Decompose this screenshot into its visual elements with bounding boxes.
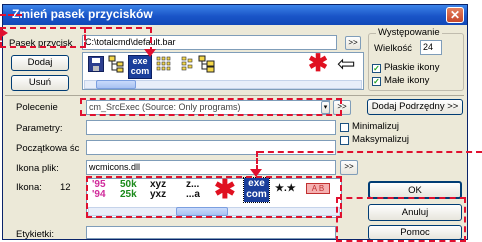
small-icons-checkbox[interactable]: ✓ bbox=[372, 77, 381, 86]
flat-icons-checkbox[interactable]: ✓ bbox=[372, 64, 381, 73]
annotation-command-box bbox=[80, 98, 342, 116]
maximize-checkbox[interactable] bbox=[340, 136, 349, 145]
back-arrow-icon[interactable]: ⇦ bbox=[337, 53, 355, 75]
small-icons-label: Małe ikony bbox=[384, 75, 430, 86]
appearance-group-label: Występowanie bbox=[376, 27, 442, 38]
icon-file-label: Ikona plik: bbox=[16, 163, 59, 174]
annotation-top-line bbox=[86, 27, 152, 29]
add-button[interactable]: Dodaj bbox=[11, 55, 69, 71]
icon-label: Ikona: bbox=[16, 182, 42, 193]
icon-index: 12 bbox=[60, 182, 71, 193]
minimize-checkbox[interactable] bbox=[340, 123, 349, 132]
annotation-arrow-right-icon bbox=[0, 28, 8, 38]
divider bbox=[5, 95, 464, 96]
size-label: Wielkość bbox=[374, 43, 413, 54]
tooltip-input[interactable] bbox=[86, 226, 336, 239]
annotation-left-line bbox=[0, 14, 22, 16]
annotation-right-line bbox=[258, 151, 482, 153]
command-label: Polecenie bbox=[16, 102, 58, 113]
exe-com-icon[interactable]: exe com bbox=[128, 55, 152, 79]
annotation-icon-drop bbox=[256, 151, 258, 171]
tree-icon[interactable] bbox=[108, 55, 126, 73]
bar-file-input[interactable]: C:\totalcmd\default.bar bbox=[82, 35, 337, 50]
annotation-arrow-down-icon bbox=[144, 49, 156, 57]
exe-top-text: exe bbox=[132, 56, 148, 66]
size-input[interactable]: 24 bbox=[420, 40, 442, 55]
start-path-label: Początkowa ścieżka bbox=[16, 143, 80, 154]
bar-file-browse-button[interactable]: >> bbox=[345, 36, 361, 50]
params-label: Parametry: bbox=[16, 123, 63, 134]
icon-file-input[interactable]: wcmicons.dll bbox=[86, 160, 336, 175]
save-icon[interactable] bbox=[88, 56, 104, 72]
flat-icons-label: Płaskie ikony bbox=[384, 62, 440, 73]
tooltip-label: Etykietki: bbox=[16, 229, 55, 240]
annotation-bar-file-box bbox=[0, 27, 86, 48]
params-input[interactable] bbox=[86, 120, 336, 135]
annotation-icon-panel-box bbox=[86, 176, 342, 218]
annotation-arrow-down-2-icon bbox=[250, 169, 262, 177]
columns-icon[interactable] bbox=[180, 56, 194, 72]
toolbar-preview-scroll-thumb[interactable] bbox=[96, 80, 136, 89]
icon-file-browse-button[interactable]: >> bbox=[340, 160, 358, 175]
exe-bottom-text: com bbox=[130, 66, 150, 76]
add-subbar-button[interactable]: Dodaj Podrzędny >> bbox=[367, 99, 463, 115]
separator-star-icon[interactable]: ✱ bbox=[308, 52, 328, 76]
delete-button[interactable]: Usuń bbox=[11, 75, 69, 91]
maximize-label: Maksymalizuj bbox=[352, 134, 410, 145]
window-title: Zmień pasek przycisków bbox=[12, 7, 153, 21]
grid-icon[interactable] bbox=[156, 56, 172, 72]
minimize-label: Minimalizuj bbox=[352, 121, 399, 132]
close-button[interactable]: ✕ bbox=[446, 7, 464, 23]
annotation-buttons-box bbox=[336, 197, 466, 242]
folder-tree-icon[interactable] bbox=[198, 55, 216, 73]
